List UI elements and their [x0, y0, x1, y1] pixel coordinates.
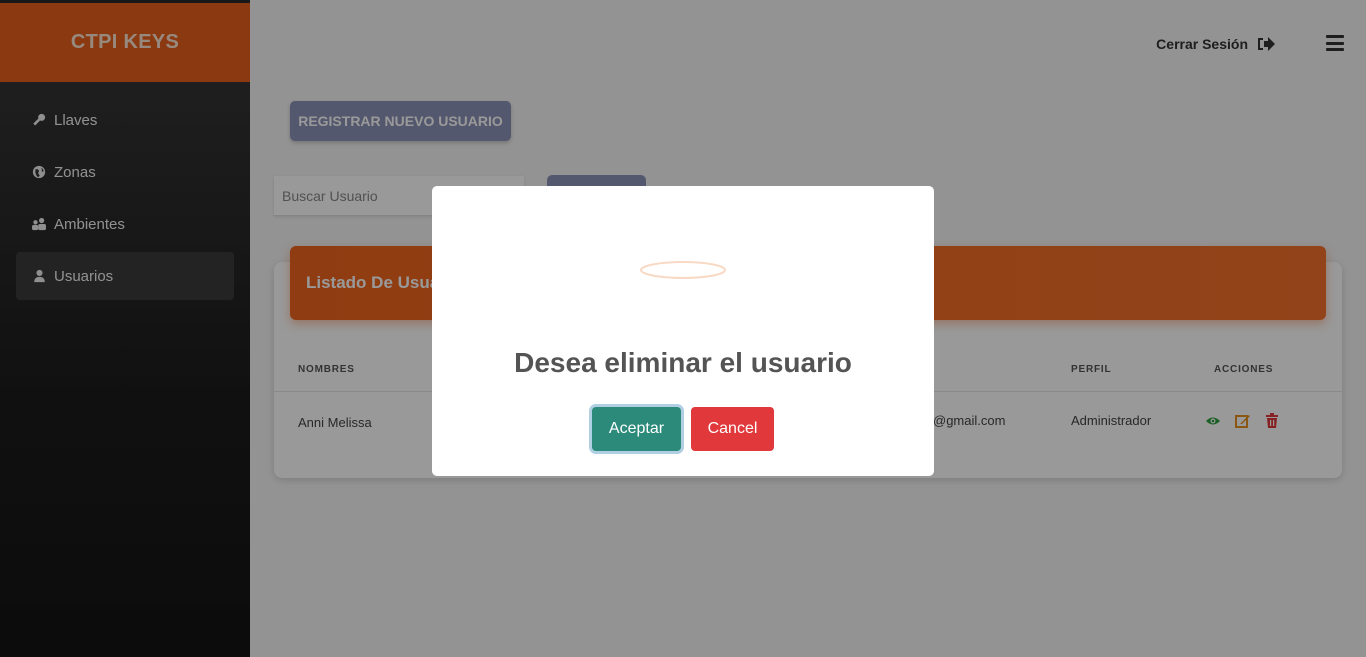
dialog-title: Desea eliminar el usuario [514, 347, 852, 378]
cancel-button[interactable]: Cancel [691, 407, 774, 451]
confirm-delete-dialog: Desea eliminar el usuario Aceptar Cancel [432, 186, 934, 476]
warning-icon [639, 260, 727, 280]
confirm-button[interactable]: Aceptar [592, 407, 681, 451]
